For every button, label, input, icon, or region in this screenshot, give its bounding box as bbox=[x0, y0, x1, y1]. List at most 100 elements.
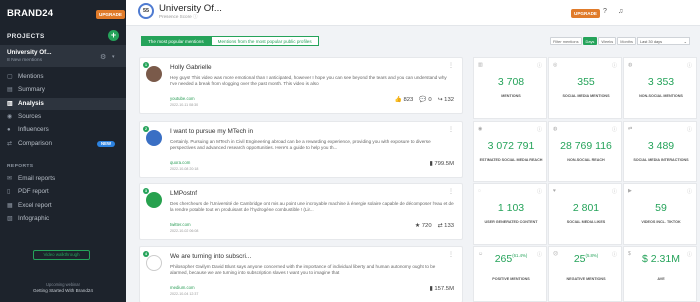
stat-label: AVE bbox=[657, 277, 665, 281]
sidebar-item-email-reports[interactable]: ✉ Email reports bbox=[0, 173, 126, 185]
mention-tabs: The most popular mentions Mentions from … bbox=[141, 36, 319, 46]
sidebar-item-excel-report[interactable]: ▦ Excel report bbox=[0, 200, 126, 212]
mention-card[interactable]: 2 I want to pursue my MTech in Certainly. … bbox=[139, 121, 463, 178]
project-settings-icon[interactable]: ⚙ bbox=[100, 53, 106, 61]
info-icon[interactable]: ⓘ bbox=[612, 126, 617, 133]
mention-stats: ▮ 799.5M bbox=[429, 161, 454, 167]
stat-card-social-media-interactions: ⇄ ⓘ 3 489 SOCIAL MEDIA INTERACTIONS bbox=[623, 121, 697, 182]
mention-date: 2022-10-02 06:08 bbox=[170, 229, 199, 233]
mention-source-link[interactable]: medium.com bbox=[170, 285, 195, 290]
stat-label: POSITIVE MENTIONS bbox=[492, 277, 530, 281]
source-avatar bbox=[146, 130, 162, 146]
stat-number: 3 489 bbox=[647, 140, 675, 152]
stat-value: 3 708 bbox=[474, 76, 548, 88]
chevron-down-icon: ⌄ bbox=[683, 39, 687, 44]
notifications-icon[interactable]: ♫ bbox=[618, 8, 623, 15]
stat-card-videos-incl-tiktok: ▶ ⓘ 59 VIDEOS INCL. TIKTOK bbox=[623, 183, 697, 245]
interactions-icon: ⇄ bbox=[628, 126, 633, 132]
sidebar-item-influencers[interactable]: ● Influencers bbox=[0, 124, 126, 136]
analysis-icon: ▥ bbox=[7, 100, 13, 107]
help-icon[interactable]: ? bbox=[603, 8, 607, 15]
tab-public-profiles[interactable]: Mentions from the most popular public pr… bbox=[210, 36, 319, 46]
mention-rank-badge: 4 bbox=[143, 251, 149, 257]
sidebar: BRAND24 UPGRADE PROJECTS + University Of… bbox=[0, 0, 126, 302]
mention-title[interactable]: We are turning into subscri... bbox=[170, 253, 251, 260]
sidebar-item-summary[interactable]: ▤ Summary bbox=[0, 84, 126, 96]
info-icon[interactable]: ⓘ bbox=[537, 62, 542, 69]
mention-card[interactable]: 4 We are turning into subscri... Philosoph… bbox=[139, 246, 463, 302]
add-project-button[interactable]: + bbox=[108, 30, 119, 41]
filter-filter-mentions-button[interactable]: Filter mentions bbox=[550, 37, 582, 45]
sidebar-item-label: Excel report bbox=[18, 201, 52, 209]
mention-source-link[interactable]: youtube.com bbox=[170, 96, 195, 101]
stat-card-estimated-social-media-reach: ◉ ⓘ 3 072 791 ESTIMATED SOCIAL MEDIA REACH bbox=[473, 121, 547, 182]
infographic-icon: ▧ bbox=[7, 215, 13, 222]
info-icon[interactable]: ⓘ bbox=[612, 188, 617, 195]
video-walkthrough-button[interactable]: Video walkthrough bbox=[33, 250, 90, 260]
logo[interactable]: BRAND24 bbox=[7, 8, 53, 19]
mention-rank-badge: 1 bbox=[143, 62, 149, 68]
email-icon: ✉ bbox=[7, 176, 13, 182]
mention-text: Philosopher Gwilym David Blunt says anyo… bbox=[170, 264, 436, 276]
stat-number: 3 353 bbox=[647, 76, 675, 88]
info-icon[interactable]: ⓘ bbox=[687, 188, 692, 195]
sidebar-item-comparison[interactable]: ⇄ Comparison NEW bbox=[0, 138, 126, 150]
mention-title[interactable]: LMPostnf bbox=[170, 190, 197, 197]
filter-weeks-button[interactable]: Weeks bbox=[598, 37, 617, 45]
more-options-icon[interactable]: ⋮ bbox=[448, 251, 454, 258]
mention-card[interactable]: 1 Holly Gabrielle Hey guys! This video was… bbox=[139, 57, 463, 114]
chevron-down-icon[interactable]: ▾ bbox=[112, 54, 115, 60]
sidebar-item-analysis[interactable]: ▥ Analysis bbox=[0, 97, 126, 110]
stat-card-social-media-mentions: ◎ ⓘ 355 SOCIAL MEDIA MENTIONS bbox=[548, 57, 622, 119]
reports-heading: REPORTS bbox=[7, 164, 34, 169]
more-options-icon[interactable]: ⋮ bbox=[448, 62, 454, 69]
mention-title[interactable]: I want to pursue my MTech in bbox=[170, 128, 253, 135]
projects-heading: PROJECTS bbox=[7, 33, 45, 40]
stat-label: SOCIAL MEDIA MENTIONS bbox=[562, 94, 610, 98]
mention-stats: ★ 720 ⇄ 133 bbox=[415, 223, 454, 229]
mention-card[interactable]: 3 LMPostnf Des chercheurs de l'Université … bbox=[139, 183, 463, 240]
excel-icon: ▦ bbox=[7, 202, 13, 209]
stat-label: SOCIAL MEDIA INTERACTIONS bbox=[633, 158, 689, 162]
person-icon: ● bbox=[7, 127, 11, 134]
info-icon[interactable]: ⓘ bbox=[612, 62, 617, 69]
stat-value: 3 353 bbox=[624, 76, 698, 88]
stat-value: 59 bbox=[624, 202, 698, 214]
date-range-select[interactable]: Last 30 days ⌄ bbox=[637, 37, 690, 45]
project-name[interactable]: University Of... bbox=[7, 49, 51, 56]
sidebar-item-label: Mentions bbox=[18, 73, 44, 80]
filter-days-button[interactable]: Days bbox=[582, 37, 598, 45]
globe-icon: ◍ bbox=[628, 62, 633, 68]
upgrade-button[interactable]: UPGRADE bbox=[96, 10, 125, 19]
sidebar-item-pdf-report[interactable]: ▯ PDF report bbox=[0, 186, 126, 198]
stat-percentage: (5.8%) bbox=[585, 253, 599, 258]
info-icon[interactable]: ⓘ bbox=[687, 126, 692, 133]
stat-card-non-social-mentions: ◍ ⓘ 3 353 NON-SOCIAL MENTIONS bbox=[623, 57, 697, 119]
more-options-icon[interactable]: ⋮ bbox=[448, 126, 454, 133]
mention-rank-badge: 3 bbox=[143, 188, 149, 194]
tab-most-popular[interactable]: The most popular mentions bbox=[141, 36, 211, 46]
stat-value: 265(61.4%) bbox=[474, 253, 548, 265]
mention-title[interactable]: Holly Gabrielle bbox=[170, 64, 212, 71]
upgrade-button-top[interactable]: UPGRADE bbox=[571, 9, 600, 18]
sidebar-item-label: Infographic bbox=[18, 214, 50, 222]
sidebar-item-sources[interactable]: ◉ Sources bbox=[0, 111, 126, 123]
presence-score-label: Presence Score ⓘ bbox=[159, 14, 198, 19]
sidebar-item-mentions[interactable]: ▢ Mentions bbox=[0, 71, 126, 83]
stat-value: 1 103 bbox=[474, 202, 548, 214]
mention-stat: ↪ 132 bbox=[437, 97, 454, 103]
sidebar-item-infographic[interactable]: ▧ Infographic bbox=[0, 213, 126, 225]
mention-source-link[interactable]: quora.com bbox=[170, 160, 190, 165]
sidebar-item-label: Comparison bbox=[18, 139, 52, 147]
source-avatar bbox=[146, 66, 162, 82]
topbar: 55 University Of... Presence Score ⓘ UPG… bbox=[126, 0, 700, 26]
webinar-label: Upcoming webinar bbox=[46, 282, 80, 287]
info-icon[interactable]: ⓘ bbox=[537, 188, 542, 195]
mention-source-link[interactable]: twitter.com bbox=[170, 222, 191, 227]
info-icon[interactable]: ⓘ bbox=[537, 126, 542, 133]
webinar-title[interactable]: Getting Started With Brand24 bbox=[0, 288, 126, 293]
filter-months-button[interactable]: Months bbox=[617, 37, 636, 45]
speech-icon: ▢ bbox=[7, 74, 13, 80]
more-options-icon[interactable]: ⋮ bbox=[448, 188, 454, 195]
info-icon[interactable]: ⓘ bbox=[687, 62, 692, 69]
